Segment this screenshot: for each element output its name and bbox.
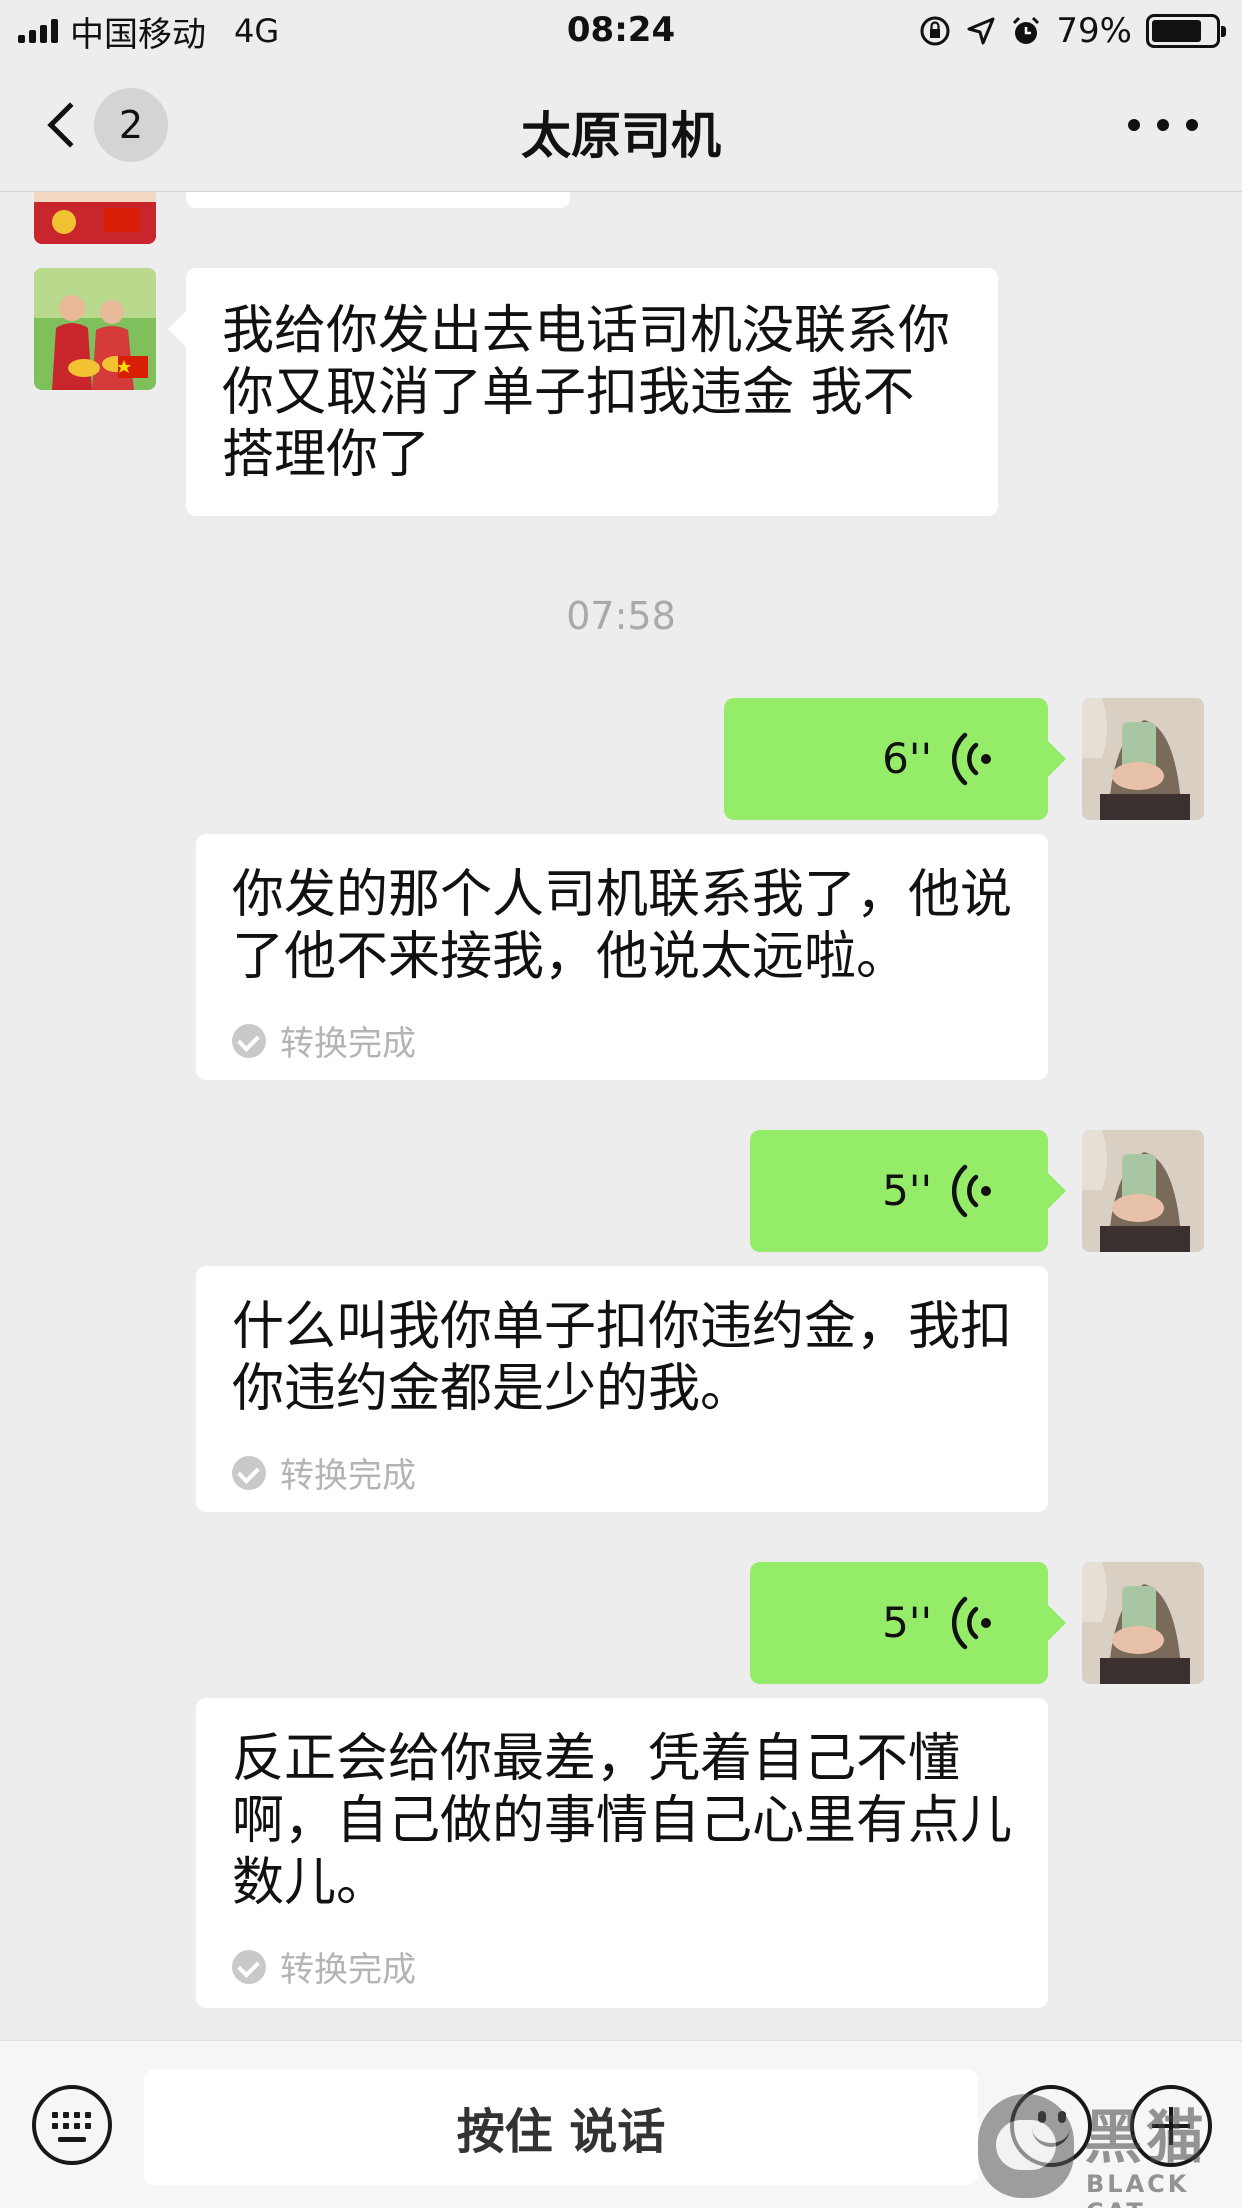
voice-duration: 6'' (882, 734, 932, 783)
voice-wave-icon (952, 1596, 991, 1650)
location-arrow-icon (967, 17, 995, 45)
voice-transcript-bubble[interactable]: 你发的那个人司机联系我了，他说了他不来接我，他说太远啦。 转换完成 (196, 834, 1048, 1080)
avatar-other-partial[interactable] (34, 192, 156, 244)
orientation-lock-icon (920, 16, 950, 46)
voice-transcript-text: 什么叫我你单子扣你违约金，我扣你违约金都是少的我。 (232, 1297, 1013, 1419)
watermark: 黑猫 BLACK CAT (972, 2090, 1242, 2208)
check-circle-icon (232, 1949, 266, 1984)
message-bubble-incoming[interactable]: 我给你发出去电话司机没联系你你又取消了单子扣我违金 我不搭理你了 (168, 268, 998, 516)
voice-message-bubble[interactable]: 5'' (750, 1130, 1066, 1252)
battery-icon (1146, 14, 1226, 48)
avatar-self[interactable] (1082, 698, 1204, 820)
voice-transcript-text: 你发的那个人司机联系我了，他说了他不来接我，他说太远啦。 (232, 865, 1013, 987)
avatar-photo (1082, 698, 1204, 820)
avatar-self[interactable] (1082, 1562, 1204, 1684)
alarm-icon (1013, 16, 1040, 44)
hold-to-talk-button[interactable]: 按住 说话 (144, 2069, 978, 2185)
status-bar-right: 79% (918, 10, 1226, 52)
voice-duration: 5'' (882, 1598, 932, 1647)
message-text: 我给你发出去电话司机没联系你你又取消了单子扣我违金 我不搭理你了 (222, 301, 951, 485)
voice-message-bubble[interactable]: 6'' (724, 698, 1066, 820)
convert-status-label: 转换完成 (280, 1456, 416, 1496)
nav-bar: 2 太原司机 (0, 62, 1242, 192)
watermark-subtitle: BLACK CAT (1086, 2170, 1190, 2208)
message-timestamp: 07:58 (566, 594, 676, 638)
voice-transcript-text: 反正会给你最差，凭着自己不懂啊，自己做的事情自己心里有点儿数儿。 (232, 1729, 1013, 1913)
convert-status-label: 转换完成 (280, 1950, 416, 1990)
voice-duration: 5'' (882, 1166, 932, 1215)
avatar-other[interactable] (34, 268, 156, 390)
convert-status-label: 转换完成 (280, 1024, 416, 1064)
avatar-photo (1082, 1562, 1204, 1684)
more-icon[interactable] (1128, 110, 1198, 140)
avatar-self[interactable] (1082, 1130, 1204, 1252)
battery-percent: 79% (1056, 11, 1132, 51)
watermark-title: 黑猫 (1084, 2103, 1209, 2171)
status-bar: 中国移动 4G 08:24 79% (0, 0, 1242, 62)
check-circle-icon (232, 1023, 266, 1058)
message-bubble-partial[interactable] (186, 192, 570, 208)
avatar-photo (1082, 1130, 1204, 1252)
check-circle-icon (232, 1455, 266, 1490)
convert-status: 转换完成 (232, 1016, 416, 1065)
keyboard-icon[interactable] (32, 2085, 112, 2165)
convert-status: 转换完成 (232, 1942, 416, 1991)
voice-wave-icon (952, 1164, 991, 1218)
voice-message-bubble[interactable]: 5'' (750, 1562, 1066, 1684)
chat-message-list[interactable]: 我给你发出去电话司机没联系你你又取消了单子扣我违金 我不搭理你了 07:58 6… (0, 192, 1242, 2040)
battery-fill (1152, 20, 1201, 42)
voice-transcript-bubble[interactable]: 反正会给你最差，凭着自己不懂啊，自己做的事情自己心里有点儿数儿。 转换完成 (196, 1698, 1048, 2008)
avatar-photo (34, 268, 156, 390)
page-title: 太原司机 (521, 107, 721, 165)
convert-status: 转换完成 (232, 1448, 416, 1497)
cat-logo-icon (978, 2094, 1074, 2198)
voice-transcript-bubble[interactable]: 什么叫我你单子扣你违约金，我扣你违约金都是少的我。 转换完成 (196, 1266, 1048, 1512)
voice-wave-icon (952, 732, 991, 786)
